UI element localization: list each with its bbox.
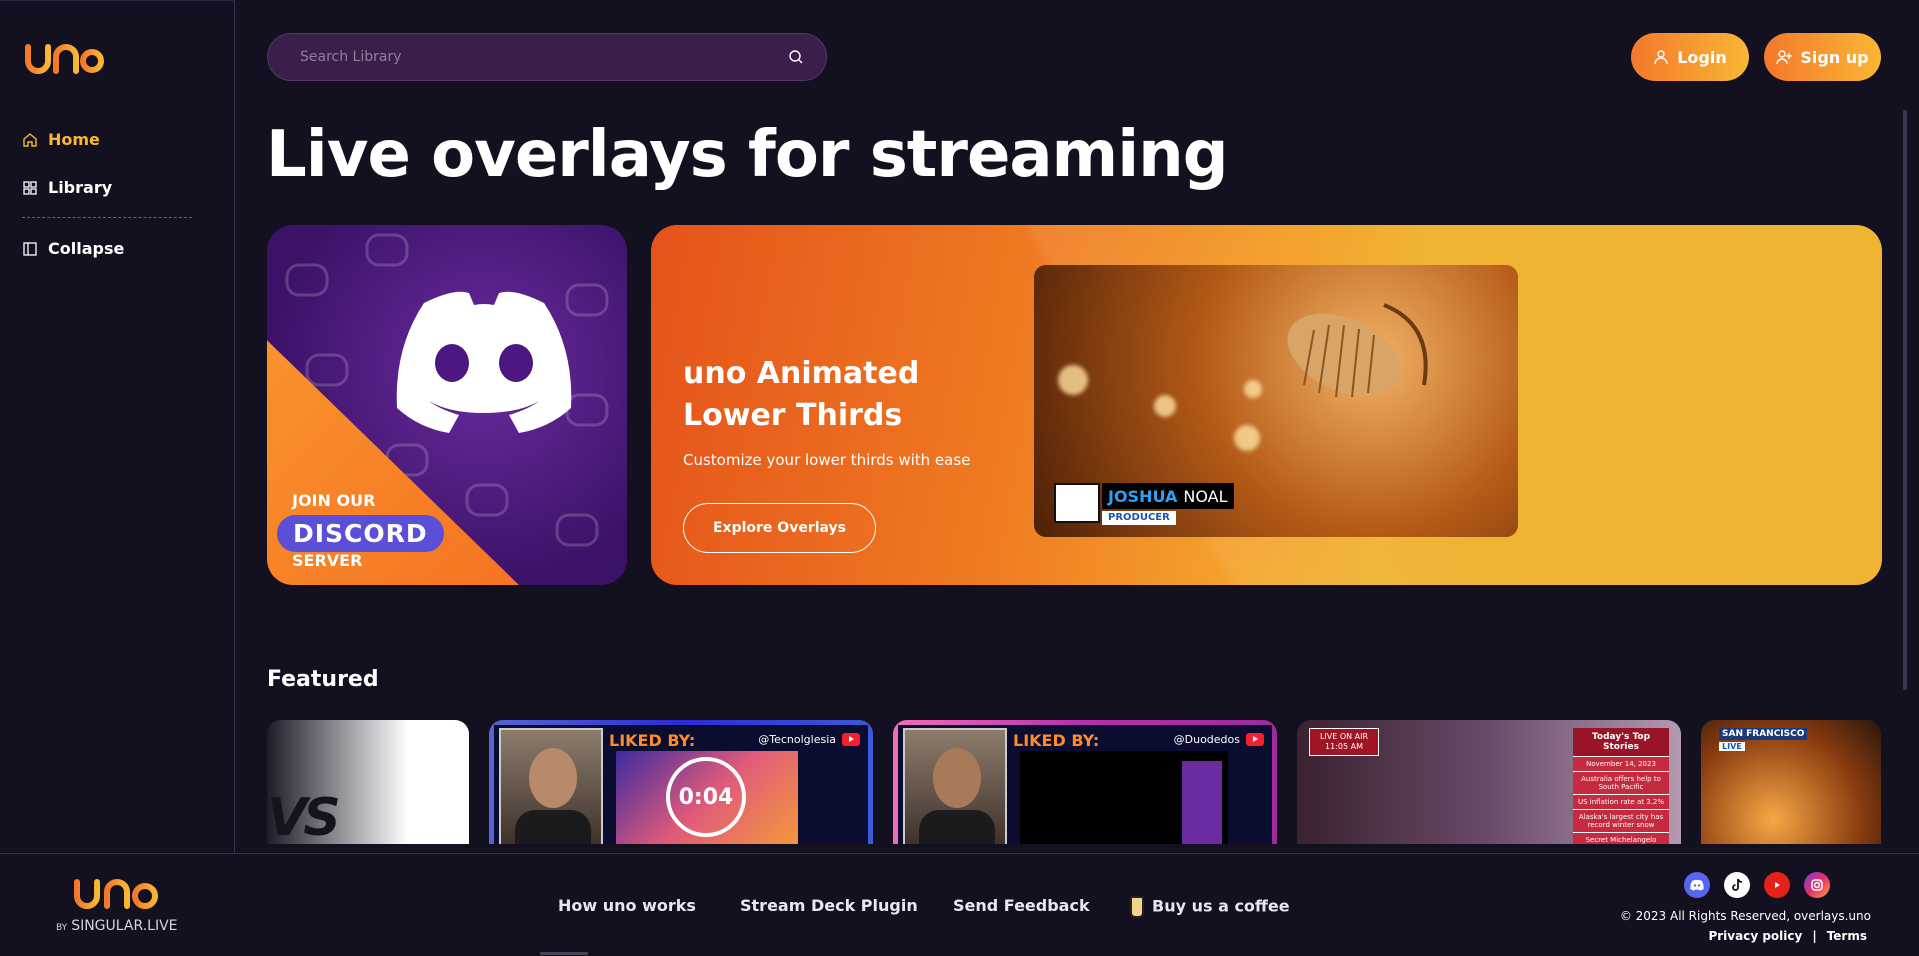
discord-server-text: SERVER (292, 551, 363, 570)
lower-third-role: PRODUCER (1102, 511, 1176, 525)
sidebar-item-label: Collapse (48, 239, 125, 258)
coffee-cup-icon (1130, 896, 1144, 918)
youtube-icon (1246, 733, 1264, 746)
youtube-social-icon[interactable] (1764, 872, 1790, 898)
featured-card-city[interactable]: SAN FRANCISCO LIVE (1701, 720, 1881, 844)
search-input[interactable] (300, 49, 788, 65)
search-bar (267, 33, 827, 81)
page-title: Live overlays for streaming (266, 118, 1229, 192)
banner-preview-image: JOSHUA NOAL PRODUCER (1034, 265, 1518, 537)
webcam-preview (499, 728, 603, 844)
countdown-ring: 0:04 (666, 757, 746, 837)
screen-preview (1020, 751, 1228, 844)
news-item: Secret Michelangelo sketches (1573, 832, 1669, 844)
copyright-text: © 2023 All Rights Reserved, overlays.uno (1619, 909, 1871, 923)
footer-link-buy-coffee[interactable]: Buy us a coffee (1130, 896, 1290, 918)
city-tag: SAN FRANCISCO (1719, 728, 1808, 740)
home-icon (23, 132, 37, 147)
banner-subtitle: Customize your lower thirds with ease (683, 451, 971, 469)
horizontal-scrollbar[interactable] (540, 952, 588, 955)
liked-by-label: LIKED BY: (609, 731, 696, 750)
microphone-illustration (1287, 303, 1428, 398)
liked-by-label: LIKED BY: (1013, 731, 1100, 750)
live-time: 11:05 AM (1325, 742, 1363, 751)
featured-heading: Featured (267, 667, 379, 692)
vertical-scrollbar[interactable] (1903, 110, 1907, 690)
by-text: BY (56, 923, 68, 933)
signup-button[interactable]: Sign up (1764, 33, 1881, 81)
news-icon (1054, 483, 1100, 523)
terms-link[interactable]: Terms (1827, 929, 1867, 943)
footer: BY SINGULAR.LIVE How uno works Stream Dec… (0, 853, 1919, 956)
instagram-icon[interactable] (1804, 872, 1830, 898)
sidebar-item-library[interactable]: Library (22, 178, 112, 197)
liked-by-handle: @Tecnolglesia (758, 733, 836, 746)
news-date: November 14, 2023 (1573, 756, 1669, 771)
footer-link-stream-deck-plugin[interactable]: Stream Deck Plugin (740, 896, 918, 915)
discord-join-text: JOIN OUR (292, 491, 376, 510)
lower-third-name: JOSHUA NOAL (1102, 483, 1234, 509)
youtube-icon (842, 733, 860, 746)
tiktok-icon[interactable] (1724, 872, 1750, 898)
featured-card-vs[interactable]: VS (267, 720, 469, 844)
user-icon (1654, 50, 1668, 65)
discord-name-pill: DISCORD (277, 515, 444, 552)
news-panel-title: Today's Top Stories (1573, 728, 1669, 756)
explore-overlays-button[interactable]: Explore Overlays (683, 503, 876, 553)
countdown-value: 0:04 (678, 784, 734, 810)
uno-logo[interactable] (24, 37, 104, 79)
liked-by-handle: @Duodedos (1173, 733, 1240, 746)
live-on-air-text: LIVE ON AIR (1319, 732, 1369, 741)
discord-banner[interactable]: JOIN OUR DISCORD SERVER (267, 225, 627, 585)
discord-social-icon[interactable] (1684, 872, 1710, 898)
hero-banner: uno Animated Lower Thirds Customize your… (651, 225, 1882, 585)
vs-text: VS (267, 788, 341, 844)
uno-footer-logo[interactable] (72, 872, 160, 914)
login-label: Login (1677, 47, 1727, 67)
footer-link-how-uno-works[interactable]: How uno works (558, 896, 696, 915)
sidebar-icon (23, 241, 37, 256)
sidebar-divider (22, 217, 192, 218)
lower-third-first-name: JOSHUA (1108, 486, 1178, 506)
search-icon[interactable] (788, 49, 804, 65)
legal-links: Privacy policy | Terms (1708, 929, 1867, 943)
chat-list (1182, 761, 1222, 844)
sidebar: Home Library Collapse (0, 0, 235, 853)
card-preview: LIKED BY: @Duodedos (898, 725, 1272, 844)
sidebar-item-collapse[interactable]: Collapse (22, 239, 124, 258)
singular-live-text: SINGULAR.LIVE (71, 918, 178, 934)
by-singular-live: BY SINGULAR.LIVE (56, 918, 178, 934)
user-plus-icon (1776, 50, 1793, 65)
news-item: Alaska's largest city has record winter … (1573, 809, 1669, 832)
discord-icon (396, 291, 572, 433)
sidebar-item-home[interactable]: Home (22, 130, 100, 149)
buy-coffee-label: Buy us a coffee (1152, 896, 1290, 916)
grid-icon (23, 180, 37, 195)
legal-separator: | (1812, 929, 1817, 943)
featured-card-liked-tecnoiglesia[interactable]: LIKED BY: @Tecnolglesia 0:04 (489, 720, 873, 844)
card-preview: LIKED BY: @Tecnolglesia 0:04 (494, 725, 868, 844)
countdown-box: 0:04 (616, 751, 798, 844)
footer-link-send-feedback[interactable]: Send Feedback (953, 896, 1090, 915)
live-on-air-badge: LIVE ON AIR 11:05 AM (1309, 728, 1379, 756)
news-panel: Today's Top Stories November 14, 2023 Au… (1573, 728, 1669, 844)
sidebar-item-label: Home (48, 130, 100, 149)
featured-card-news[interactable]: LIVE ON AIR 11:05 AM Today's Top Stories… (1297, 720, 1681, 844)
sidebar-item-label: Library (48, 178, 113, 197)
banner-title: uno Animated Lower Thirds (683, 356, 920, 433)
login-button[interactable]: Login (1631, 33, 1749, 81)
featured-card-liked-duodedos[interactable]: LIKED BY: @Duodedos (893, 720, 1277, 844)
webcam-preview (903, 728, 1007, 844)
privacy-policy-link[interactable]: Privacy policy (1708, 929, 1802, 943)
news-item: Australia offers help to South Pacific (1573, 771, 1669, 794)
signup-label: Sign up (1800, 47, 1869, 67)
city-live-tag: LIVE (1719, 742, 1745, 751)
news-item: US inflation rate at 3.2% (1573, 794, 1669, 809)
lower-third-last-name: NOAL (1183, 486, 1228, 506)
